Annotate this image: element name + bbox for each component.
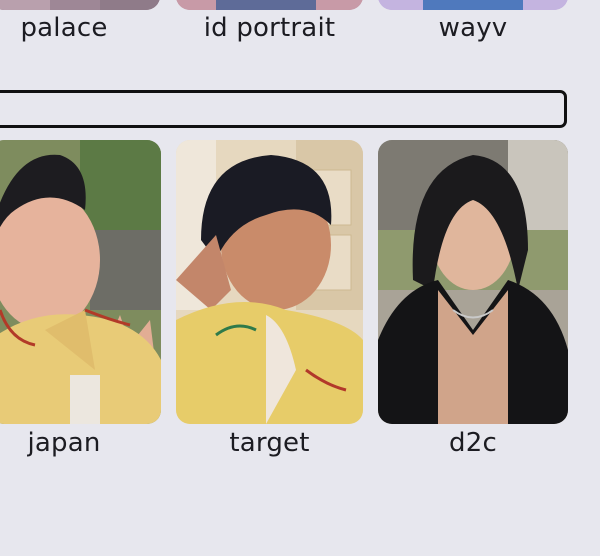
photo-image [176,140,363,424]
photo-image [378,140,568,424]
photo-image [176,0,363,10]
photocard-label: target [229,428,310,458]
photo-image [0,0,160,10]
photocard-label: d2c [449,428,497,458]
photocard-label: palace [20,13,108,43]
photocard-japan[interactable] [0,140,161,424]
photocard-label: japan [27,428,101,458]
photocard-target[interactable] [176,140,363,424]
photocard-wayv[interactable] [378,0,568,10]
photocard-palace[interactable] [0,0,160,10]
photocard-id-portrait[interactable] [176,0,363,10]
photo-image [378,0,568,10]
search-bar[interactable] [0,90,567,128]
photo-image [0,140,161,424]
photocard-label: wayv [438,13,508,43]
photocard-d2c[interactable] [378,140,568,424]
photocard-label: id portrait [203,13,336,43]
search-input[interactable] [0,93,564,125]
